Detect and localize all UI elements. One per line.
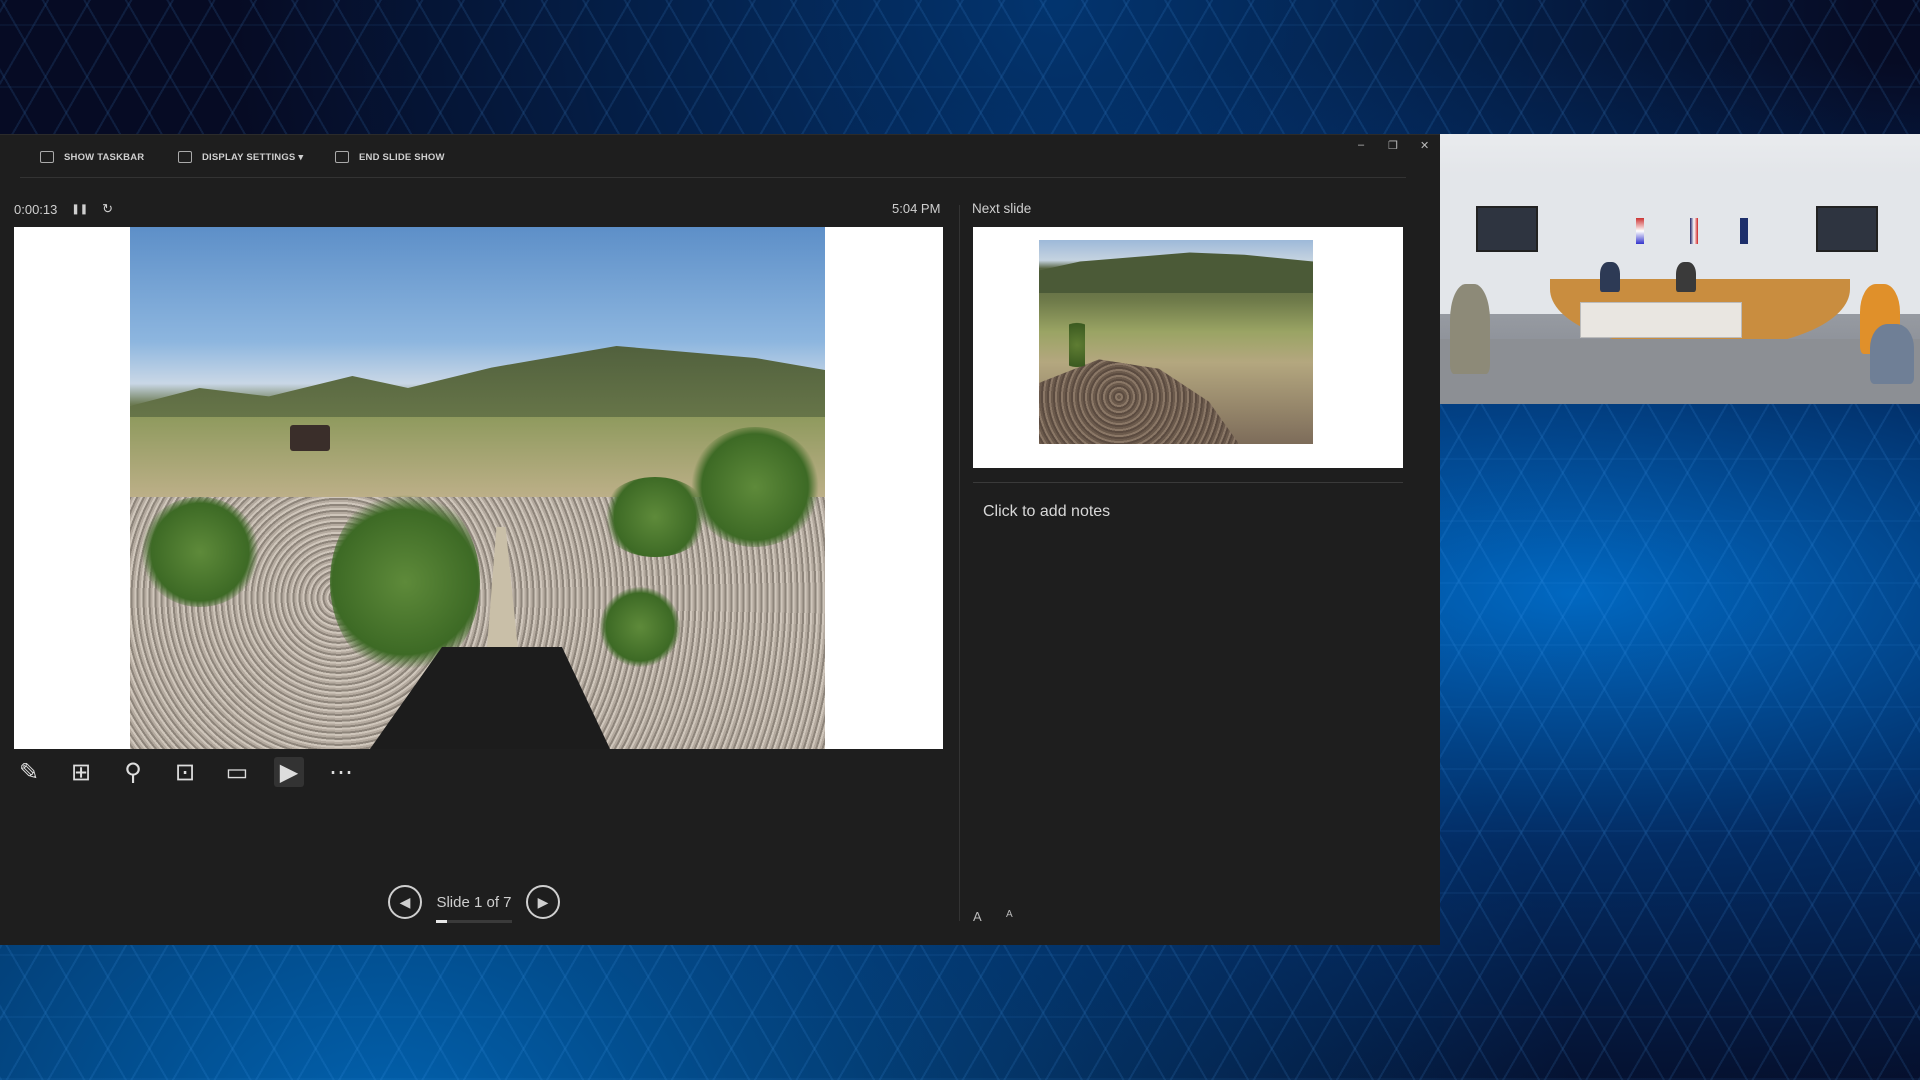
end-slide-show-button[interactable]: END SLIDE SHOW [335,151,445,163]
elapsed-timer: 0:00:13 [14,201,58,217]
next-slide-preview[interactable] [973,227,1403,468]
reset-timer-icon[interactable]: ↻ [102,201,113,217]
slide-navigation: ◀ Slide 1 of 7 ▶ [388,885,560,923]
decrease-font-button[interactable]: A [1006,909,1013,920]
zoom-icon[interactable]: ⚲ [118,757,148,787]
photo-bush [600,587,680,667]
close-button[interactable]: ✕ [1420,139,1429,152]
photo-bush [690,427,820,547]
notes-divider [973,482,1403,483]
camera-flag [1690,218,1698,244]
show-taskbar-label: SHOW TASKBAR [64,151,145,163]
see-all-slides-icon[interactable]: ⊞ [66,757,96,787]
more-options-icon[interactable]: ⋯ [326,757,356,787]
speaker-notes[interactable]: Click to add notes [983,503,1110,521]
increase-font-button[interactable]: A [973,909,982,924]
display-settings-button[interactable]: DISPLAY SETTINGS ▾ [178,151,303,163]
pen-tool-icon[interactable]: ✎ [14,757,44,787]
meeting-camera-feed [1440,134,1920,404]
slide-progress-fill [436,919,447,923]
photo-truck [290,425,330,451]
camera-table [1580,302,1742,338]
next-slide-photo [1039,240,1313,444]
camera-icon[interactable]: ▶ [274,757,304,787]
slide-progress-track [436,919,512,923]
end-slide-show-icon [335,151,349,163]
end-slide-show-label: END SLIDE SHOW [359,151,445,163]
slide-counter: Slide 1 of 7 [434,893,514,923]
presenter-tools: ✎ ⊞ ⚲ ⊡ ▭ ▶ ⋯ [14,757,356,787]
slide-counter-label: Slide 1 of 7 [436,893,512,911]
camera-floor [1440,339,1920,404]
next-slide-label: Next slide [972,201,1032,216]
minimize-button[interactable]: – [1358,139,1364,151]
slide-photo [130,227,825,749]
camera-person [1450,284,1490,374]
camera-flag [1740,218,1748,244]
camera-person [1676,262,1696,292]
current-time: 5:04 PM [892,201,941,216]
taskbar-icon [40,151,54,163]
subtitles-icon[interactable]: ▭ [222,757,252,787]
presenter-view-window: SHOW TASKBAR DISPLAY SETTINGS ▾ END SLID… [0,134,1440,945]
camera-person [1600,262,1620,292]
next-photo-mountains [1039,252,1313,293]
restore-button[interactable]: ❐ [1388,139,1398,152]
current-slide[interactable] [14,227,943,749]
next-slide-button[interactable]: ▶ [526,885,560,919]
timer-row: 0:00:13 ❚❚ ↻ [14,201,113,217]
panel-divider [959,205,960,921]
camera-tv-right [1816,206,1878,252]
camera-tv-left [1476,206,1538,252]
display-settings-icon [178,151,192,163]
presenter-toolbar: SHOW TASKBAR DISPLAY SETTINGS ▾ END SLID… [0,135,1440,177]
camera-flag [1636,218,1644,244]
display-settings-label: DISPLAY SETTINGS ▾ [202,151,304,163]
photo-bush [140,497,260,607]
previous-slide-button[interactable]: ◀ [388,885,422,919]
pause-timer-icon[interactable]: ❚❚ [71,204,88,215]
pointer-options-icon[interactable]: ⊡ [170,757,200,787]
next-photo-tree [1069,315,1085,375]
camera-person [1870,324,1914,384]
show-taskbar-button[interactable]: SHOW TASKBAR [40,151,144,163]
toolbar-divider [20,177,1406,178]
